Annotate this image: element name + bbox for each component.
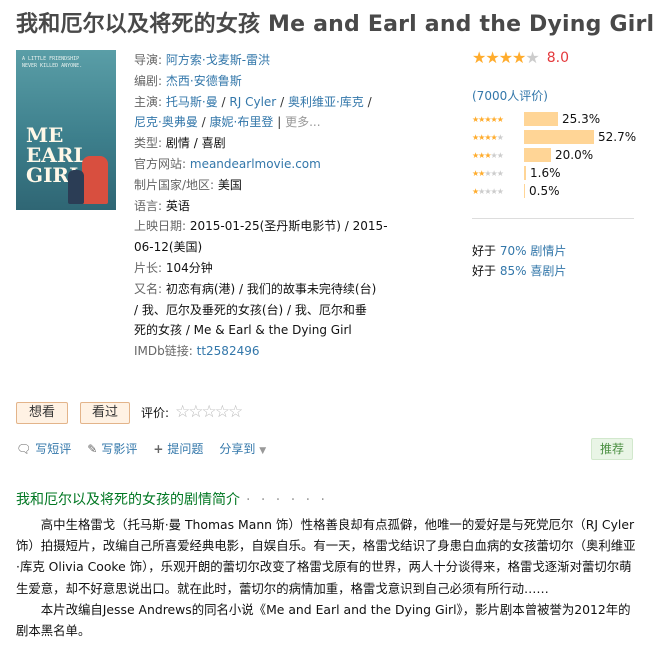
genre-label: 类型:	[134, 136, 163, 151]
cast-link[interactable]: 奥利维亚·库克	[288, 95, 364, 109]
rating-bar	[524, 166, 526, 180]
pencil-icon: ✎	[87, 441, 98, 456]
imdb-link[interactable]: tt2582496	[197, 344, 260, 358]
aka-value: 初恋有病(港) / 我们的故事未完待续(台)	[165, 281, 377, 296]
synopsis-dots: · · · · · ·	[246, 492, 328, 508]
poster-figure	[82, 156, 108, 204]
poster-tagline: A LITTLE FRIENDSHIP NEVER KILLED ANYONE.	[22, 56, 83, 69]
release-label: 上映日期:	[134, 219, 187, 234]
watched-button[interactable]: 看过	[80, 402, 130, 424]
rating-row: ★★★★★ 0.5%	[472, 182, 642, 200]
page-title: 我和厄尔以及将死的女孩 Me and Earl and the Dying Gi…	[16, 12, 655, 37]
rate-label: 评价:	[141, 406, 170, 420]
director-link[interactable]: 阿方索·戈麦斯-雷洪	[166, 53, 270, 67]
divider	[472, 218, 634, 219]
cast-link[interactable]: 康妮·布里登	[210, 115, 274, 129]
writer-link[interactable]: 杰西·安德鲁斯	[166, 74, 242, 88]
better-prefix: 好于	[472, 244, 497, 258]
language-label: 语言:	[134, 198, 163, 213]
rating-bar	[524, 130, 594, 144]
cast-label: 主演:	[134, 94, 163, 109]
better-than: 好于 70% 剧情片 好于 85% 喜剧片	[472, 241, 566, 281]
language-value: 英语	[165, 198, 190, 213]
country-value: 美国	[217, 177, 242, 192]
writer-label: 编剧:	[134, 73, 163, 88]
rating-percent: 0.5%	[529, 184, 560, 198]
row-stars: ★★★★★	[472, 114, 504, 124]
row-stars: ★★★★★	[472, 150, 504, 160]
cast-link[interactable]: 尼克·奥弗曼	[134, 115, 198, 129]
rating-bar	[524, 148, 551, 162]
share-dropdown[interactable]: 分享到 ▼	[219, 440, 266, 457]
synopsis-paragraph: 高中生格雷戈（托马斯·曼 Thomas Mann 饰）性格善良却有点孤僻，他唯一…	[16, 517, 636, 596]
better-comedy-link[interactable]: 85% 喜剧片	[500, 264, 567, 278]
row-stars: ★★★★★	[472, 186, 504, 196]
director-label: 导演:	[134, 53, 163, 67]
cast-link[interactable]: 托马斯·曼	[166, 95, 218, 109]
runtime-label: 片长:	[134, 260, 163, 275]
recommend-button[interactable]: 推荐	[591, 438, 633, 460]
synopsis-body: 高中生格雷戈（托马斯·曼 Thomas Mann 饰）性格善良却有点孤僻，他唯一…	[16, 514, 636, 641]
cast-more-link[interactable]: 更多...	[285, 115, 320, 129]
share-label: 分享到	[219, 442, 256, 456]
write-short-review-link[interactable]: 写短评	[35, 440, 71, 457]
genre-value: 喜剧	[201, 136, 226, 151]
movie-poster[interactable]: A LITTLE FRIENDSHIP NEVER KILLED ANYONE.…	[16, 50, 116, 210]
synopsis-paragraph: 本片改编自Jesse Andrews的同名小说《Me and Earl and …	[16, 601, 631, 639]
chevron-down-icon: ▼	[259, 446, 267, 456]
better-prefix: 好于	[472, 264, 497, 278]
ask-question-link[interactable]: 提问题	[167, 440, 203, 457]
aka-label: 又名:	[134, 281, 163, 296]
rating-percent: 52.7%	[598, 130, 637, 144]
rating-distribution: ★★★★★ 25.3% ★★★★★ 52.7% ★★★★★ 20.0% ★★★★★ 1.6% ★…	[472, 110, 642, 200]
row-stars: ★★★★★	[472, 132, 504, 142]
rating-percent: 25.3%	[562, 112, 601, 126]
rating-row: ★★★★★ 52.7%	[472, 128, 642, 146]
rating-panel: ★★★★★ 8.0 (7000人评价) ★★★★★ 25.3% ★★★★★ 52.7% ★…	[472, 48, 642, 200]
rating-stars: ★★★★★	[472, 48, 540, 67]
official-site-link[interactable]: meandearlmovie.com	[190, 157, 321, 171]
rating-row: ★★★★★ 20.0%	[472, 146, 642, 164]
rating-bar	[524, 112, 558, 126]
rating-row: ★★★★★ 25.3%	[472, 110, 642, 128]
synopsis-title: 我和厄尔以及将死的女孩的剧情简介 · · · · · ·	[16, 489, 328, 509]
rating-percent: 1.6%	[530, 166, 561, 180]
rating-bar	[524, 184, 525, 198]
cast-link[interactable]: RJ Cyler	[229, 95, 276, 109]
runtime-value: 104分钟	[165, 260, 213, 275]
synopsis-title-text: 我和厄尔以及将死的女孩的剧情简介	[16, 492, 240, 508]
poster-figure	[68, 170, 84, 204]
rate-stars-input[interactable]: ☆☆☆☆☆	[175, 402, 243, 422]
action-bar: 🗨 写短评 ✎ 写影评 + 提问题 分享到 ▼	[16, 440, 266, 457]
aka-value: / 我、厄尔及垂死的女孩(台) / 我、厄尔和垂	[134, 302, 367, 317]
movie-info: 导演: 阿方索·戈麦斯-雷洪 编剧: 杰西·安德鲁斯 主演: 托马斯·曼 / R…	[134, 53, 388, 359]
rating-row: ★★★★★ 1.6%	[472, 164, 642, 182]
row-stars: ★★★★★	[472, 168, 504, 178]
votes-link[interactable]: (7000人评价)	[472, 89, 548, 103]
plus-icon: +	[153, 441, 164, 456]
country-label: 制片国家/地区:	[134, 177, 215, 192]
release-value: 2015-01-25(圣丹斯电影节) / 2015-	[189, 219, 388, 234]
imdb-label: IMDb链接:	[134, 344, 193, 359]
comment-icon: 🗨	[16, 441, 32, 456]
want-to-watch-button[interactable]: 想看	[16, 402, 68, 424]
release-value: 06-12(美国)	[134, 240, 203, 255]
aka-value: 死的女孩 / Me & Earl & the Dying Girl	[134, 323, 352, 338]
genre-value: 剧情	[165, 136, 190, 151]
site-label: 官方网站:	[134, 156, 187, 171]
rating-score: 8.0	[546, 50, 569, 66]
write-review-link[interactable]: 写影评	[101, 440, 137, 457]
better-drama-link[interactable]: 70% 剧情片	[500, 244, 567, 258]
rating-percent: 20.0%	[555, 148, 594, 162]
